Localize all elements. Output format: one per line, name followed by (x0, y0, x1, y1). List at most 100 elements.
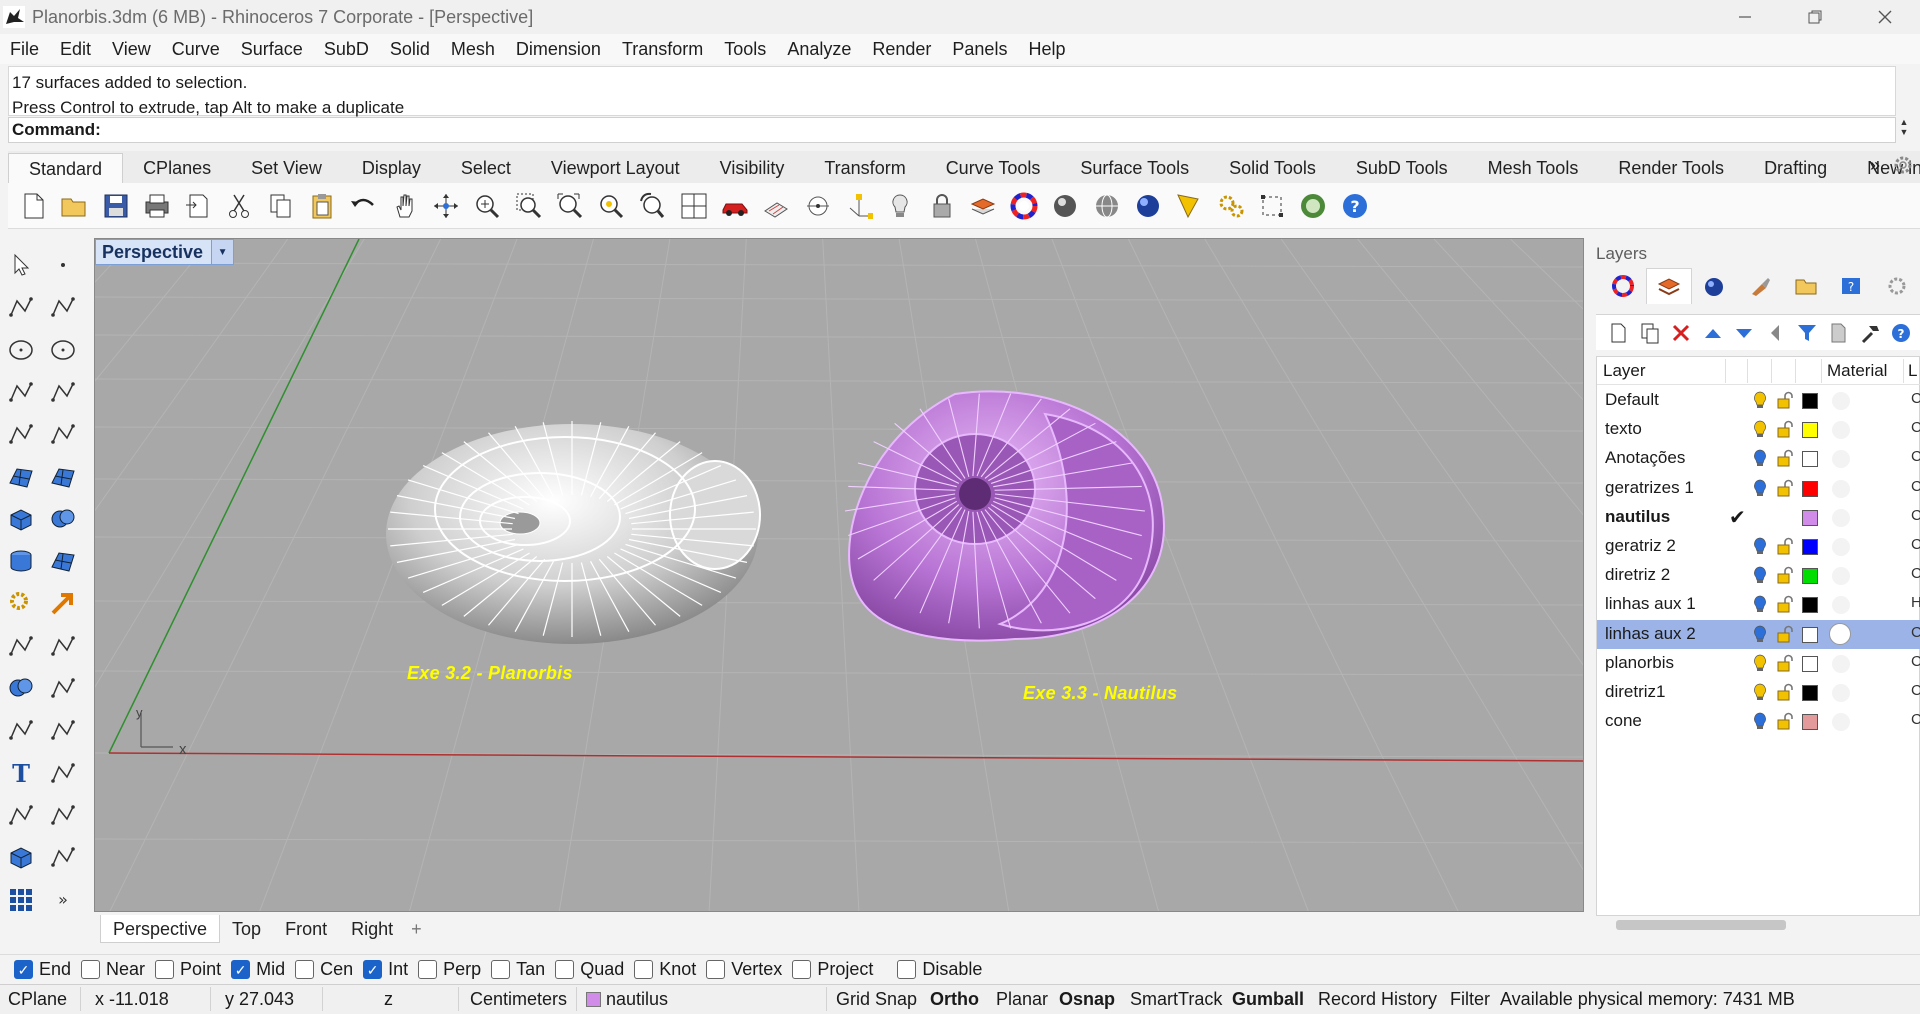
layer-row[interactable]: linhas aux 2 C (1597, 619, 1920, 649)
layer-name[interactable]: planorbis (1605, 653, 1674, 673)
planorbis-label[interactable]: Exe 3.2 - Planorbis (407, 663, 573, 684)
layer-color-swatch[interactable] (1802, 685, 1818, 701)
osnap-project[interactable]: Project (792, 959, 873, 980)
layer-name[interactable]: cone (1605, 711, 1642, 731)
arc-icon[interactable] (4, 375, 38, 409)
checkbox[interactable] (706, 960, 726, 979)
help-page-icon[interactable]: ? (1829, 268, 1875, 304)
status-current-layer[interactable]: nautilus (586, 989, 668, 1010)
column-material[interactable]: Material (1827, 361, 1887, 381)
tab-standard[interactable]: Standard (8, 153, 124, 183)
cut-icon[interactable] (222, 189, 256, 223)
viewport-title[interactable]: Perspective ▼ (95, 239, 235, 265)
tab-render-tools[interactable]: Render Tools (1598, 153, 1744, 183)
tab-mesh-tools[interactable]: Mesh Tools (1468, 153, 1599, 183)
car-icon[interactable] (718, 189, 752, 223)
layer-row[interactable]: Anotações C (1597, 444, 1920, 473)
osnap-int[interactable]: ✓ Int (363, 959, 408, 980)
zoom-window-icon[interactable] (512, 189, 546, 223)
undo-view-icon[interactable] (635, 189, 669, 223)
new-layer-icon[interactable] (1606, 320, 1631, 346)
checkbox[interactable] (295, 960, 315, 979)
unlock-icon[interactable] (1777, 479, 1793, 497)
visibility-bulb-icon[interactable] (1753, 683, 1767, 701)
globe-icon[interactable] (1296, 189, 1330, 223)
rotate-view-icon[interactable] (429, 189, 463, 223)
box-icon[interactable] (4, 502, 38, 536)
layer-linetype[interactable]: H (1911, 594, 1920, 611)
text-icon[interactable]: T (4, 756, 38, 790)
unlock-icon[interactable] (1777, 566, 1793, 584)
layer-color-swatch[interactable] (1802, 539, 1818, 555)
filter-icon[interactable] (1794, 320, 1819, 346)
layer-name[interactable]: geratrizes 1 (1605, 478, 1694, 498)
menu-panels[interactable]: Panels (952, 39, 1007, 60)
checkbox[interactable] (491, 960, 511, 979)
menu-solid[interactable]: Solid (390, 39, 430, 60)
mirror-icon[interactable] (46, 798, 80, 832)
new-sublayer-icon[interactable] (1637, 320, 1662, 346)
tabs-overflow-button[interactable]: » (1870, 155, 1880, 176)
osnap-end[interactable]: ✓ End (14, 959, 71, 980)
rectangle-icon[interactable] (46, 375, 80, 409)
fillet-icon[interactable] (46, 417, 80, 451)
offset-icon[interactable] (4, 713, 38, 747)
more-tools-icon[interactable]: » (46, 883, 80, 917)
trim-icon[interactable] (4, 629, 38, 663)
grid-menu-icon[interactable] (4, 883, 38, 917)
checkbox[interactable] (897, 960, 917, 979)
open-file-icon[interactable] (57, 189, 91, 223)
tab-set-view[interactable]: Set View (231, 153, 342, 183)
tab-select[interactable]: Select (441, 153, 531, 183)
layer-linetype[interactable]: C (1911, 565, 1920, 582)
circle-icon[interactable] (4, 333, 38, 367)
visibility-bulb-icon[interactable] (1753, 712, 1767, 730)
viewport-tab-perspective[interactable]: Perspective (100, 915, 221, 943)
hammer-icon[interactable] (1857, 320, 1882, 346)
layer-color-swatch[interactable] (1802, 451, 1818, 468)
visibility-bulb-icon[interactable] (1753, 537, 1767, 555)
layer-linetype[interactable]: C (1911, 448, 1920, 465)
render-sphere-icon[interactable] (1131, 189, 1165, 223)
layer-row[interactable]: Default C (1597, 386, 1920, 415)
paste-icon[interactable] (305, 189, 339, 223)
layer-material-icon[interactable] (1832, 596, 1850, 615)
tab-transform[interactable]: Transform (804, 153, 925, 183)
visibility-bulb-icon[interactable] (1753, 595, 1767, 613)
layer-row[interactable]: cone C (1597, 707, 1920, 736)
menu-curve[interactable]: Curve (172, 39, 220, 60)
layer-material-icon[interactable] (1832, 654, 1850, 673)
import-icon[interactable] (181, 189, 215, 223)
undo-icon[interactable] (346, 189, 380, 223)
osnap-perp[interactable]: Perp (418, 959, 481, 980)
tab-cplanes[interactable]: CPlanes (123, 153, 231, 183)
block-icon[interactable] (4, 840, 38, 874)
osnap-point[interactable]: Point (155, 959, 221, 980)
zoom-extents-icon[interactable] (553, 189, 587, 223)
tab-display[interactable]: Display (342, 153, 441, 183)
command-scroll[interactable]: ▲ ▼ (1894, 117, 1914, 143)
checkbox[interactable] (634, 960, 654, 979)
layer-linetype[interactable]: C (1911, 653, 1920, 670)
shaded-sphere-icon[interactable] (1048, 189, 1082, 223)
unlock-icon[interactable] (1777, 420, 1793, 438)
command-line[interactable]: Command: (8, 117, 1896, 143)
menu-analyze[interactable]: Analyze (787, 39, 851, 60)
menu-file[interactable]: File (10, 39, 39, 60)
unlock-icon[interactable] (1777, 625, 1793, 643)
planorbis-shell[interactable] (386, 421, 761, 644)
smarttrack-toggle[interactable]: SmartTrack (1130, 989, 1222, 1010)
menu-view[interactable]: View (112, 39, 151, 60)
layer-material-icon[interactable] (1832, 392, 1850, 410)
brush-icon[interactable] (1737, 268, 1783, 304)
tab-subd-tools[interactable]: SubD Tools (1336, 153, 1468, 183)
osnap-cen[interactable]: Cen (295, 959, 353, 980)
close-button[interactable] (1850, 0, 1920, 34)
layer-name[interactable]: diretriz 2 (1605, 565, 1670, 585)
point-icon[interactable] (46, 248, 80, 282)
polyline-icon[interactable] (4, 290, 38, 324)
layer-row[interactable]: diretriz1 C (1597, 678, 1920, 707)
scale-icon[interactable] (46, 756, 80, 790)
layer-name[interactable]: linhas aux 1 (1605, 594, 1696, 614)
extrude-surface-icon[interactable] (46, 460, 80, 494)
